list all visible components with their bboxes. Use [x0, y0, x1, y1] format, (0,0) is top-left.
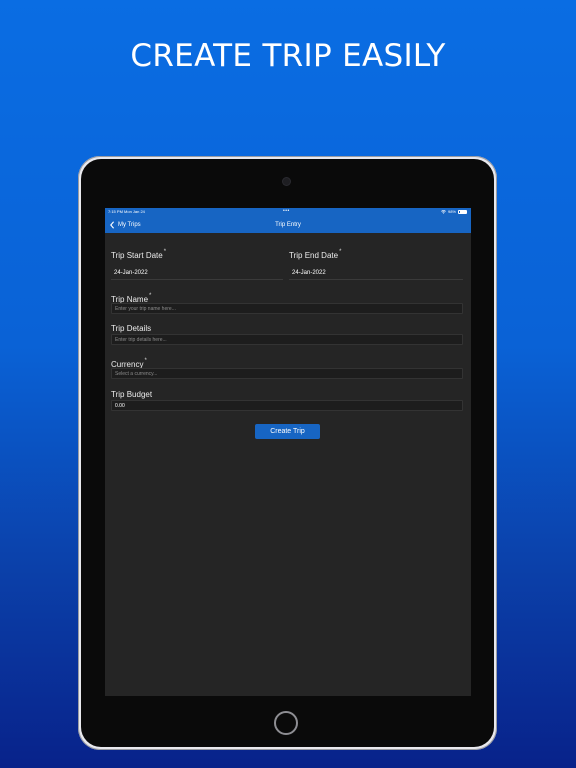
- required-marker: *: [163, 249, 167, 255]
- app-screen: 7:15 PM Mon Jan 24 ••• 98% My Trips Trip…: [105, 208, 471, 696]
- required-marker: *: [149, 293, 152, 299]
- home-button[interactable]: [274, 711, 298, 735]
- end-date-label: Trip End Date*: [289, 249, 341, 260]
- status-right: 98%: [440, 209, 467, 214]
- multitasking-dots[interactable]: •••: [283, 208, 290, 214]
- start-date-label: Trip Start Date*: [111, 249, 166, 260]
- trip-budget-label: Trip Budget: [111, 390, 153, 399]
- battery-icon: [458, 209, 467, 214]
- create-trip-button[interactable]: Create Trip: [255, 424, 320, 439]
- battery-percent: 98%: [447, 209, 456, 214]
- navigation-bar: 7:15 PM Mon Jan 24 ••• 98% My Trips Trip…: [105, 208, 471, 233]
- start-date-field[interactable]: 24-Jan-2022: [111, 263, 283, 280]
- required-marker: *: [144, 358, 147, 364]
- camera-icon: [283, 178, 290, 185]
- currency-select[interactable]: Select a currency...: [111, 368, 463, 379]
- start-date-label-text: Trip Start Date: [111, 251, 163, 260]
- required-marker: *: [339, 249, 342, 255]
- trip-name-input[interactable]: Enter your trip name here...: [111, 303, 463, 314]
- trip-budget-input[interactable]: 0.00: [111, 400, 463, 411]
- status-time: 7:15 PM Mon Jan 24: [108, 209, 145, 214]
- end-date-label-text: Trip End Date: [289, 251, 339, 260]
- nav-title: Trip Entry: [275, 222, 301, 228]
- wifi-icon: [440, 209, 446, 214]
- trip-details-label: Trip Details: [111, 324, 152, 333]
- marketing-headline: CREATE TRIP EASILY: [130, 38, 446, 74]
- trip-details-input[interactable]: Enter trip details here...: [111, 334, 463, 345]
- status-bar: 7:15 PM Mon Jan 24 ••• 98%: [105, 208, 471, 216]
- end-date-field[interactable]: 24-Jan-2022: [289, 263, 463, 280]
